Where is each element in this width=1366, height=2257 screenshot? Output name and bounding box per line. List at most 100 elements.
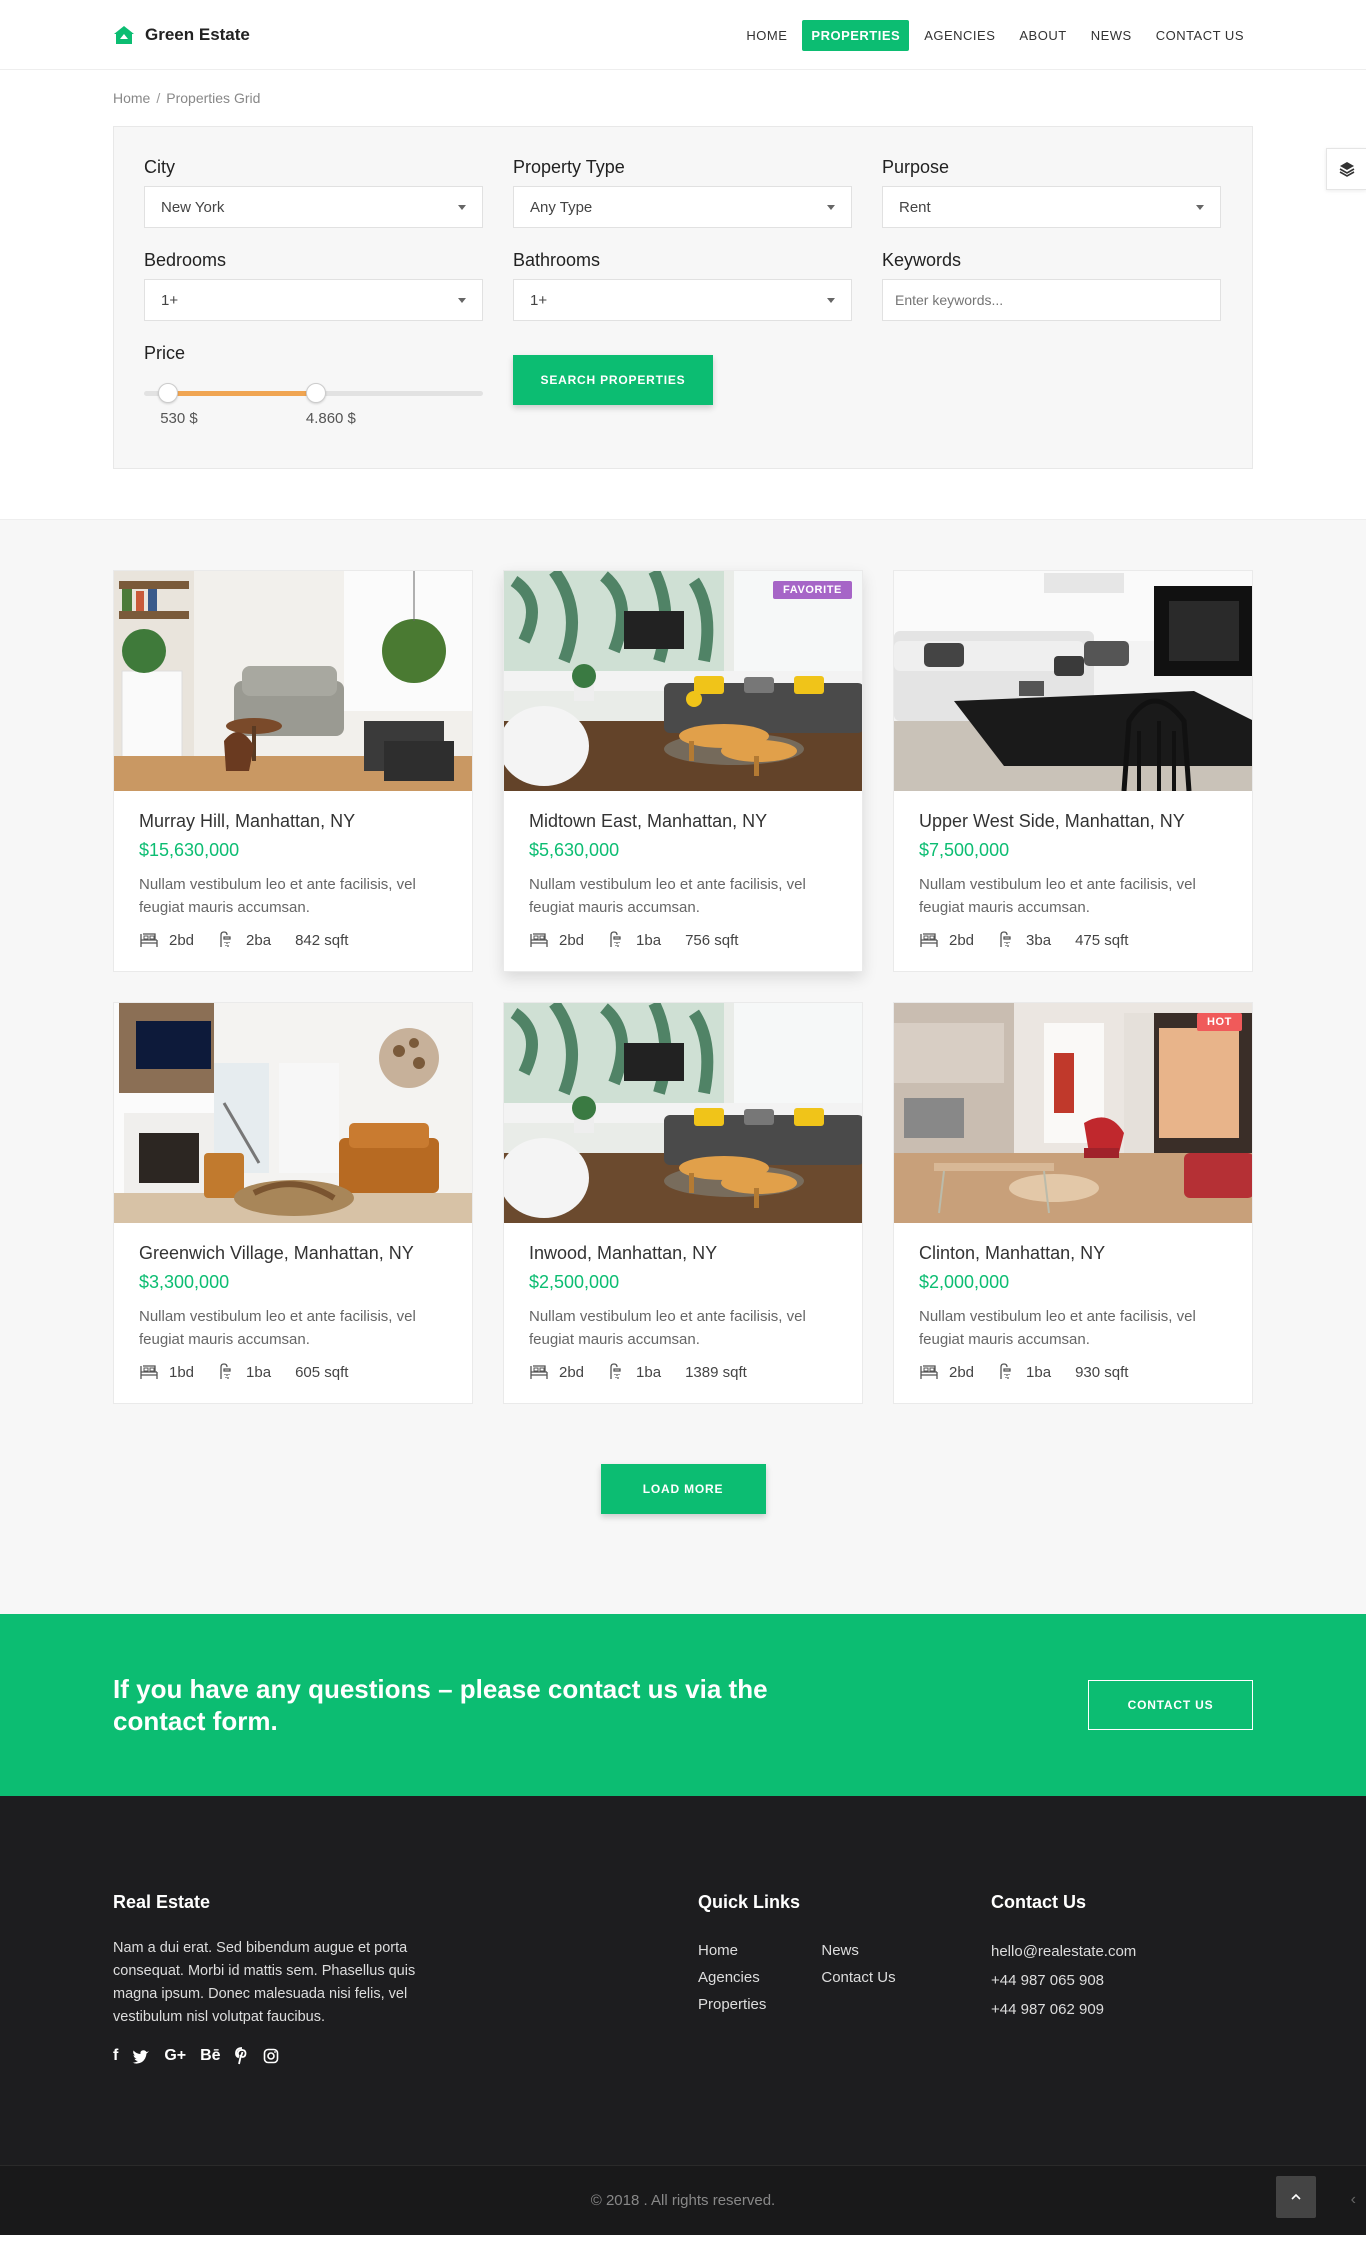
city-field: City New York bbox=[144, 157, 483, 228]
property-title[interactable]: Clinton, Manhattan, NY bbox=[919, 1243, 1227, 1264]
nav-about[interactable]: ABOUT bbox=[1010, 20, 1075, 51]
property-photo[interactable]: FAVORITE bbox=[504, 571, 862, 791]
search-form: City New York Property Type Any Type Pur… bbox=[113, 126, 1253, 469]
footer-link-contact-us[interactable]: Contact Us bbox=[821, 1964, 895, 1991]
property-photo[interactable] bbox=[114, 571, 472, 791]
pinterest-icon[interactable] bbox=[234, 2047, 249, 2065]
bedrooms-count: 2bd bbox=[949, 1363, 975, 1381]
contact-email[interactable]: hello@realestate.com bbox=[991, 1937, 1136, 1966]
nav-home[interactable]: HOME bbox=[737, 20, 796, 51]
nav-contact-us[interactable]: CONTACT US bbox=[1147, 20, 1253, 51]
property-features: 2bd 1ba 1389 sqft bbox=[529, 1363, 837, 1381]
slider-min-handle[interactable] bbox=[157, 383, 178, 403]
fireplace-leather-chairs-photo bbox=[114, 1003, 472, 1223]
footer-link-home[interactable]: Home bbox=[698, 1937, 766, 1964]
contact-phone-2[interactable]: +44 987 062 909 bbox=[991, 1995, 1136, 2024]
nav-properties[interactable]: PROPERTIES bbox=[802, 19, 910, 51]
bedrooms-count: 2bd bbox=[949, 931, 975, 949]
footer-link-agencies[interactable]: Agencies bbox=[698, 1964, 766, 1991]
bedrooms-info: 1bd bbox=[139, 1363, 194, 1381]
property-features: 2bd 2ba 842 sqft bbox=[139, 931, 447, 949]
bathrooms-label: Bathrooms bbox=[513, 250, 601, 270]
bedrooms-info: 2bd bbox=[529, 1363, 584, 1381]
property-price: $3,300,000 bbox=[139, 1272, 230, 1292]
bedrooms-select[interactable]: 1+ bbox=[144, 279, 483, 321]
bathrooms-info: 1ba bbox=[218, 1363, 271, 1381]
property-features: 2bd 3ba 475 sqft bbox=[919, 931, 1227, 949]
bed-icon bbox=[920, 1365, 938, 1379]
property-photo[interactable]: HOT bbox=[894, 1003, 1252, 1223]
property-photo[interactable] bbox=[504, 1003, 862, 1223]
property-title[interactable]: Murray Hill, Manhattan, NY bbox=[139, 811, 447, 832]
footer-link-news[interactable]: News bbox=[821, 1937, 895, 1964]
search-section: Home / Properties Grid City New York Prope… bbox=[0, 70, 1366, 520]
property-card[interactable]: FAVORITE Midtown East, Manhattan, NY $5,… bbox=[503, 570, 863, 972]
google-plus-icon[interactable]: G+ bbox=[164, 2047, 186, 2065]
property-card[interactable]: Greenwich Village, Manhattan, NY $3,300,… bbox=[113, 1002, 473, 1404]
load-more-button[interactable]: LOAD MORE bbox=[600, 1464, 766, 1514]
property-title[interactable]: Inwood, Manhattan, NY bbox=[529, 1243, 837, 1264]
bedrooms-count: 2bd bbox=[559, 931, 585, 949]
bedrooms-label: Bedrooms bbox=[144, 250, 227, 270]
footer-link-properties[interactable]: Properties bbox=[698, 1991, 766, 2018]
property-description: Nullam vestibulum leo et ante facilisis,… bbox=[919, 876, 1196, 916]
property-type-value: Any Type bbox=[530, 198, 593, 216]
purpose-select[interactable]: Rent bbox=[882, 186, 1221, 228]
contact-phone-1[interactable]: +44 987 065 908 bbox=[991, 1966, 1136, 1995]
contact-us-button[interactable]: CONTACT US bbox=[1088, 1680, 1253, 1730]
property-card[interactable]: Inwood, Manhattan, NY $2,500,000 Nullam … bbox=[503, 1002, 863, 1404]
city-label: City bbox=[144, 157, 175, 177]
city-select[interactable]: New York bbox=[144, 186, 483, 228]
bathrooms-count: 1ba bbox=[1026, 1363, 1052, 1381]
shower-icon bbox=[1000, 1363, 1011, 1379]
property-card[interactable]: HOT Clinton, Manhattan, NY $2,000,000 Nu… bbox=[893, 1002, 1253, 1404]
slider-max-handle[interactable] bbox=[305, 383, 326, 403]
layers-toggle-button[interactable] bbox=[1326, 148, 1366, 190]
property-price: $7,500,000 bbox=[919, 840, 1010, 860]
brand-name: Green Estate bbox=[145, 25, 250, 44]
property-price: $2,500,000 bbox=[529, 1272, 620, 1292]
property-title[interactable]: Midtown East, Manhattan, NY bbox=[529, 811, 837, 832]
price-range-slider[interactable] bbox=[144, 382, 483, 403]
living-room-plants-photo bbox=[114, 571, 472, 791]
search-properties-button[interactable]: SEARCH PROPERTIES bbox=[513, 355, 713, 405]
property-description: Nullam vestibulum leo et ante facilisis,… bbox=[529, 876, 806, 916]
property-photo[interactable] bbox=[114, 1003, 472, 1223]
bathrooms-info: 1ba bbox=[608, 1363, 661, 1381]
studio-red-chair-photo bbox=[894, 1003, 1252, 1223]
back-to-top-button[interactable] bbox=[1276, 2176, 1316, 2218]
bed-icon bbox=[530, 933, 548, 947]
keywords-field: Keywords bbox=[882, 250, 1221, 321]
quick-links-title: Quick Links bbox=[698, 1892, 801, 1912]
property-photo[interactable] bbox=[894, 571, 1252, 791]
property-area: 842 sqft bbox=[295, 931, 349, 949]
property-title[interactable]: Greenwich Village, Manhattan, NY bbox=[139, 1243, 447, 1264]
property-type-select[interactable]: Any Type bbox=[513, 186, 852, 228]
property-features: 2bd 1ba 756 sqft bbox=[529, 931, 837, 949]
property-card[interactable]: Upper West Side, Manhattan, NY $7,500,00… bbox=[893, 570, 1253, 972]
bedrooms-info: 2bd bbox=[919, 1363, 974, 1381]
chevron-left-icon[interactable]: ‹ bbox=[1351, 2190, 1356, 2210]
nav-news[interactable]: NEWS bbox=[1082, 20, 1141, 51]
instagram-icon[interactable] bbox=[263, 2048, 279, 2064]
bathrooms-select[interactable]: 1+ bbox=[513, 279, 852, 321]
behance-icon[interactable]: Bē bbox=[200, 2047, 220, 2065]
breadcrumb-home[interactable]: Home bbox=[113, 90, 150, 106]
property-area: 475 sqft bbox=[1075, 931, 1129, 949]
hot-badge: HOT bbox=[1196, 1013, 1242, 1031]
bathrooms-info: 2ba bbox=[218, 931, 271, 949]
footer-quick-links: Quick Links Home Agencies Properties New… bbox=[698, 1892, 991, 2065]
facebook-icon[interactable]: f bbox=[113, 2047, 118, 2065]
bedrooms-count: 2bd bbox=[169, 931, 195, 949]
nav-agencies[interactable]: AGENCIES bbox=[915, 20, 1004, 51]
brand-logo[interactable]: Green Estate bbox=[113, 25, 250, 45]
twitter-icon[interactable] bbox=[132, 2049, 150, 2064]
white-sofa-black-table-photo bbox=[894, 571, 1252, 791]
breadcrumb-current: Properties Grid bbox=[166, 90, 261, 106]
palm-wallpaper-lounge-photo bbox=[504, 1003, 862, 1223]
property-grid: Murray Hill, Manhattan, NY $15,630,000 N… bbox=[113, 570, 1253, 1404]
property-title[interactable]: Upper West Side, Manhattan, NY bbox=[919, 811, 1227, 832]
property-card[interactable]: Murray Hill, Manhattan, NY $15,630,000 N… bbox=[113, 570, 473, 972]
keywords-input[interactable] bbox=[882, 279, 1221, 321]
shower-icon bbox=[1000, 931, 1011, 947]
